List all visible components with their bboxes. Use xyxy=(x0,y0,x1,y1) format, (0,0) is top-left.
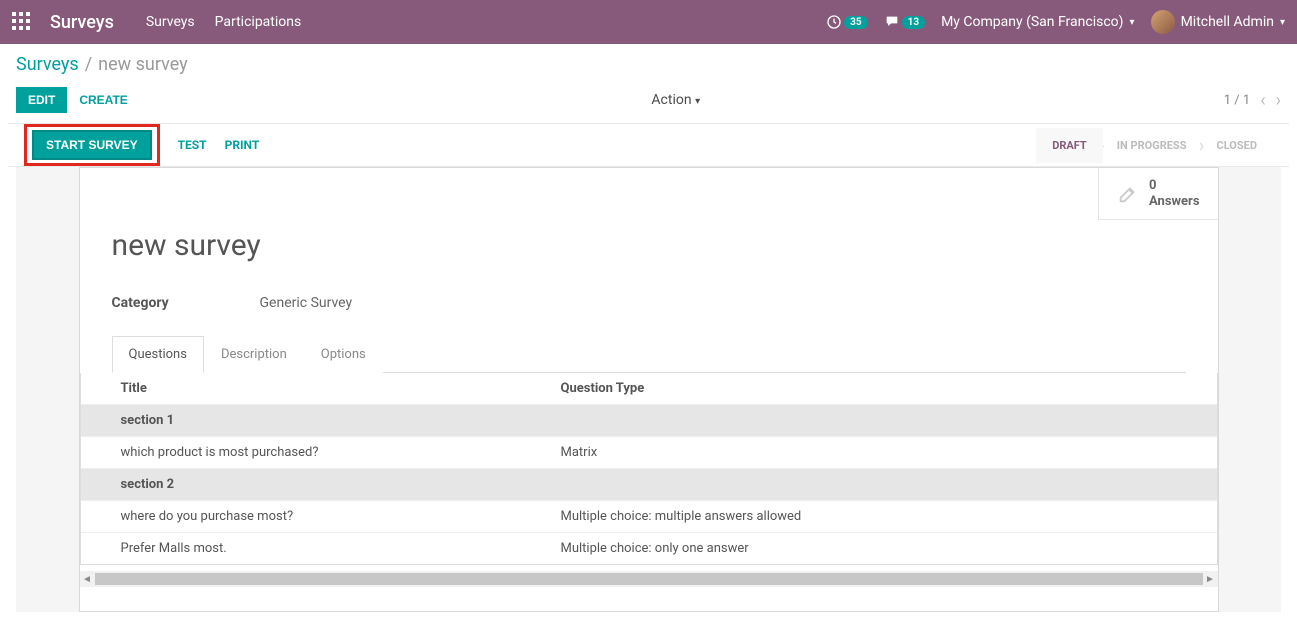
row-title: section 2 xyxy=(93,477,561,492)
breadcrumb: Surveys / new survey xyxy=(16,54,1281,75)
row-type xyxy=(561,413,1205,428)
tab-questions[interactable]: Questions xyxy=(112,336,204,373)
compose-icon xyxy=(1117,183,1139,205)
messages-badge: 13 xyxy=(902,16,925,29)
user-menu[interactable]: Mitchell Admin ▾ xyxy=(1151,10,1285,34)
breadcrumb-root[interactable]: Surveys xyxy=(16,54,79,75)
tabs: Questions Description Options xyxy=(112,335,1186,373)
table-section-row[interactable]: section 1 xyxy=(81,404,1217,436)
chevron-down-icon: ▾ xyxy=(1280,17,1285,28)
nav-link-participations[interactable]: Participations xyxy=(215,14,302,30)
activity-icon[interactable]: 35 xyxy=(826,14,867,30)
column-header-title[interactable]: Title xyxy=(93,381,561,396)
action-dropdown[interactable]: Action ▾ xyxy=(651,92,700,108)
category-label: Category xyxy=(112,295,260,311)
chevron-down-icon: ▾ xyxy=(695,96,700,107)
row-title: where do you purchase most? xyxy=(93,509,561,524)
pager-next-icon[interactable]: › xyxy=(1276,90,1281,111)
avatar xyxy=(1151,10,1175,34)
questions-table: Title Question Type section 1 which produ… xyxy=(80,373,1218,565)
row-type xyxy=(561,477,1205,492)
stage-indicator: DRAFT › IN PROGRESS › CLOSED xyxy=(1036,128,1273,163)
stage-draft[interactable]: DRAFT xyxy=(1036,128,1103,163)
breadcrumb-current: new survey xyxy=(98,54,188,75)
scroll-left-icon[interactable]: ◄ xyxy=(80,571,95,587)
table-header: Title Question Type xyxy=(81,373,1217,404)
table-section-row[interactable]: section 2 xyxy=(81,468,1217,500)
row-type: Multiple choice: only one answer xyxy=(561,541,1205,556)
breadcrumb-separator: / xyxy=(85,54,92,75)
test-button[interactable]: TEST xyxy=(178,138,207,152)
apps-icon[interactable] xyxy=(12,12,32,32)
horizontal-scrollbar[interactable]: ◄ ► xyxy=(80,571,1218,587)
nav-link-surveys[interactable]: Surveys xyxy=(146,14,195,30)
scroll-right-icon[interactable]: ► xyxy=(1203,571,1218,587)
pager-prev-icon[interactable]: ‹ xyxy=(1260,90,1265,111)
answers-label: Answers xyxy=(1149,194,1200,210)
row-title: which product is most purchased? xyxy=(93,445,561,460)
messages-icon[interactable]: 13 xyxy=(884,14,925,30)
table-row[interactable]: which product is most purchased?Matrix xyxy=(81,436,1217,468)
activity-badge: 35 xyxy=(844,16,867,29)
action-label: Action xyxy=(651,92,691,108)
tab-description[interactable]: Description xyxy=(204,336,304,373)
stage-in-progress[interactable]: IN PROGRESS xyxy=(1101,128,1203,163)
row-type: Matrix xyxy=(561,445,1205,460)
row-type: Multiple choice: multiple answers allowe… xyxy=(561,509,1205,524)
chevron-down-icon: ▾ xyxy=(1130,17,1135,28)
category-value: Generic Survey xyxy=(260,295,353,311)
answers-count: 0 xyxy=(1149,178,1200,194)
user-name: Mitchell Admin xyxy=(1181,14,1274,30)
create-button[interactable]: CREATE xyxy=(79,93,127,107)
company-name: My Company (San Francisco) xyxy=(941,14,1123,30)
pager-text: 1 / 1 xyxy=(1224,93,1250,108)
row-title: section 1 xyxy=(93,413,561,428)
status-bar: START SURVEY TEST PRINT DRAFT › IN PROGR… xyxy=(8,123,1289,167)
brand-title[interactable]: Surveys xyxy=(50,12,114,33)
column-header-type[interactable]: Question Type xyxy=(561,381,1205,396)
row-title: Prefer Malls most. xyxy=(93,541,561,556)
top-navbar: Surveys Surveys Participations 35 13 My … xyxy=(0,0,1297,44)
stage-closed[interactable]: CLOSED xyxy=(1201,128,1274,163)
highlight-annotation: START SURVEY xyxy=(24,124,160,166)
scroll-thumb[interactable] xyxy=(95,573,1203,585)
tab-options[interactable]: Options xyxy=(304,336,383,373)
form-sheet: 0 Answers new survey Category Generic Su… xyxy=(79,167,1219,612)
control-panel: Surveys / new survey EDIT CREATE Action … xyxy=(0,44,1297,123)
print-button[interactable]: PRINT xyxy=(225,138,260,152)
start-survey-button[interactable]: START SURVEY xyxy=(32,130,152,160)
survey-title: new survey xyxy=(112,228,1186,263)
table-row[interactable]: Prefer Malls most.Multiple choice: only … xyxy=(81,532,1217,564)
edit-button[interactable]: EDIT xyxy=(16,87,67,113)
answers-stat-button[interactable]: 0 Answers xyxy=(1099,168,1218,219)
table-row[interactable]: where do you purchase most?Multiple choi… xyxy=(81,500,1217,532)
company-selector[interactable]: My Company (San Francisco) ▾ xyxy=(941,14,1134,30)
